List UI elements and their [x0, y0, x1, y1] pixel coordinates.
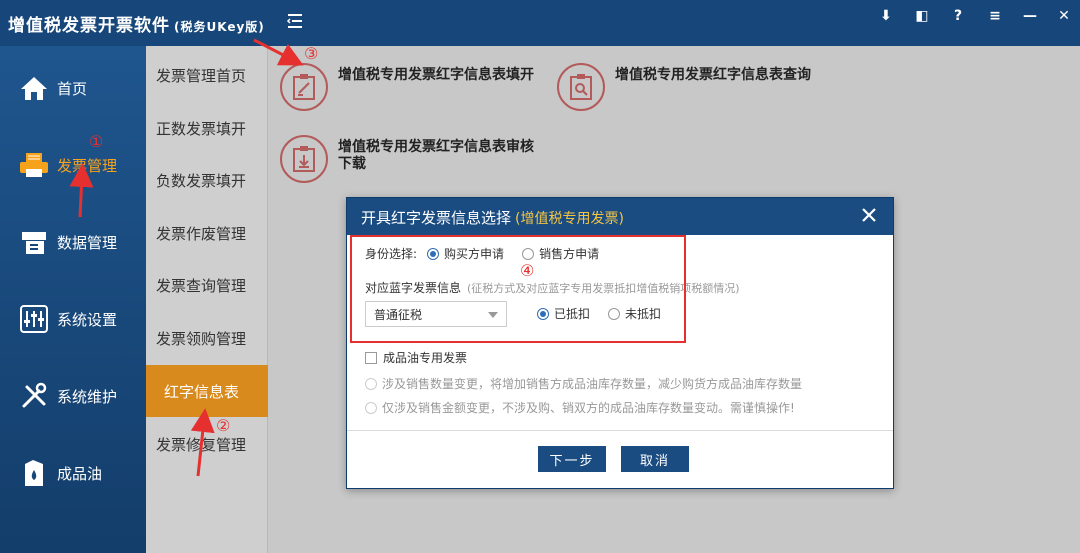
invoice-submenu: 发票管理首页 正数发票填开 负数发票填开 发票作废管理 发票查询管理 发票领购管… — [146, 46, 268, 553]
submenu-item-invoice-query[interactable]: 发票查询管理 — [146, 259, 268, 311]
oil-checkbox-label: 成品油专用发票 — [383, 351, 468, 365]
radio-oil-option-2[interactable] — [365, 401, 377, 414]
dialog-footer: 下一步 取消 — [347, 430, 893, 488]
annotation-highlight-box — [350, 235, 686, 343]
cancel-button[interactable]: 取消 — [621, 446, 689, 472]
sliders-icon — [19, 304, 49, 334]
nav-item-data-management[interactable]: 数据管理 — [0, 212, 146, 272]
annotation-4: ④ — [520, 261, 535, 280]
tile-label: 增值税专用发票红字信息表查询 — [615, 67, 811, 83]
annotation-3: ③ — [304, 44, 319, 63]
oil-option-1-row: 涉及销售数量变更，将增加销售方成品油库存数量，减少购货方成品油库存数量 — [365, 375, 802, 392]
home-icon — [19, 73, 49, 103]
oil-icon — [19, 458, 49, 488]
title-bar: 增值税发票开票软件 (税务UKey版) ⬇ ◧ ? ≡ — ✕ — [0, 0, 1080, 46]
tile-red-info-download[interactable]: 增值税专用发票红字信息表审核下载 — [280, 135, 538, 183]
annotation-2: ② — [216, 416, 231, 435]
oil-checkbox[interactable] — [365, 351, 377, 364]
submenu-item-negative-invoice[interactable]: 负数发票填开 — [146, 154, 268, 206]
annotation-1: ① — [89, 132, 104, 151]
menu-collapse-icon[interactable] — [286, 10, 304, 32]
window-restore-icon[interactable]: ◧ — [912, 6, 932, 26]
menu-icon[interactable]: ≡ — [985, 6, 1005, 26]
nav-item-refined-oil[interactable]: 成品油 — [0, 443, 146, 503]
oil-option-2-label: 仅涉及销售金额变更，不涉及购、销双方的成品油库存数量变动。需谨慎操作! — [382, 401, 795, 415]
minimize-icon[interactable]: — — [1020, 6, 1040, 26]
data-icon — [19, 227, 49, 257]
nav-item-system-settings[interactable]: 系统设置 — [0, 289, 146, 349]
tile-label: 增值税专用发票红字信息表审核下载 — [338, 139, 534, 172]
app-subtitle: (税务UKey版) — [174, 20, 265, 34]
close-icon[interactable]: ✕ — [1054, 6, 1074, 26]
help-icon[interactable]: ? — [948, 6, 968, 26]
dialog-close-icon[interactable] — [859, 205, 879, 225]
dialog-header: 开具红字发票信息选择 (增值税专用发票) — [347, 198, 893, 235]
form-edit-icon — [280, 63, 328, 111]
oil-checkbox-row: 成品油专用发票 — [365, 349, 467, 366]
oil-option-1-label: 涉及销售数量变更，将增加销售方成品油库存数量，减少购货方成品油库存数量 — [382, 377, 803, 391]
oil-option-2-row: 仅涉及销售金额变更，不涉及购、销双方的成品油库存数量变动。需谨慎操作! — [365, 399, 795, 416]
tile-red-info-fill[interactable]: 增值税专用发票红字信息表填开 — [280, 63, 538, 111]
submenu-item-red-info-table[interactable]: 红字信息表 — [146, 365, 268, 417]
tile-label: 增值税专用发票红字信息表填开 — [338, 67, 534, 83]
form-search-icon — [557, 63, 605, 111]
tile-red-info-query[interactable]: 增值税专用发票红字信息表查询 — [557, 63, 815, 111]
submenu-item-invoice-repair[interactable]: 发票修复管理 — [146, 418, 268, 470]
submenu-item-invoice-purchase[interactable]: 发票领购管理 — [146, 312, 268, 364]
nav-item-invoice-management[interactable]: 发票管理 — [0, 135, 146, 195]
printer-icon — [19, 150, 49, 180]
form-download-icon — [280, 135, 328, 183]
next-button[interactable]: 下一步 — [538, 446, 606, 472]
submenu-item-void-invoice[interactable]: 发票作废管理 — [146, 207, 268, 259]
dialog-title: 开具红字发票信息选择 (增值税专用发票) — [361, 209, 624, 227]
radio-oil-option-1[interactable] — [365, 377, 377, 390]
main-sidebar: 首页 发票管理 数据管理 系统设置 系统维护 成品油 — [0, 46, 146, 553]
download-icon[interactable]: ⬇ — [876, 6, 896, 26]
dialog-title-sub: (增值税专用发票) — [515, 211, 624, 227]
app-title: 增值税发票开票软件 (税务UKey版) — [8, 16, 265, 36]
tools-icon — [19, 381, 49, 411]
submenu-item-positive-invoice[interactable]: 正数发票填开 — [146, 102, 268, 154]
nav-item-home[interactable]: 首页 — [0, 58, 146, 118]
nav-item-system-maintenance[interactable]: 系统维护 — [0, 366, 146, 426]
submenu-item-home[interactable]: 发票管理首页 — [146, 49, 268, 101]
